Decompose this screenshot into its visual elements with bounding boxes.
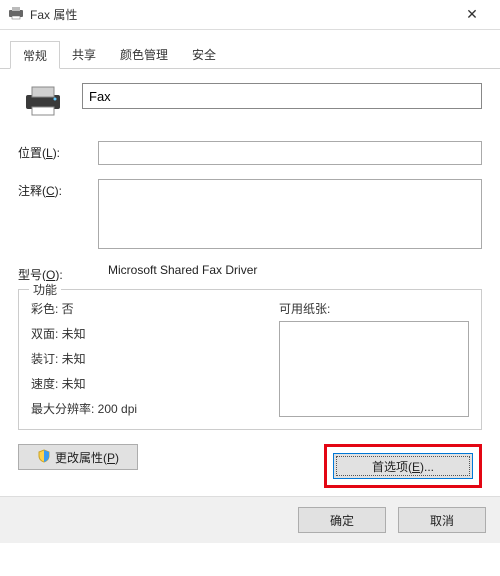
model-value: Microsoft Shared Fax Driver bbox=[108, 263, 257, 283]
shield-icon bbox=[37, 449, 51, 466]
paper-list[interactable] bbox=[279, 321, 469, 417]
cap-color: 彩色: 否 bbox=[31, 300, 259, 317]
model-label: 型号(O): bbox=[18, 263, 108, 283]
paper-label: 可用纸张: bbox=[279, 300, 469, 317]
location-input[interactable] bbox=[98, 141, 482, 165]
cap-duplex: 双面: 未知 bbox=[31, 325, 259, 342]
preferences-button[interactable]: 首选项(E)... bbox=[333, 453, 473, 479]
close-button[interactable]: ✕ bbox=[452, 6, 492, 23]
capabilities-legend: 功能 bbox=[29, 281, 61, 298]
cap-staple: 装订: 未知 bbox=[31, 350, 259, 367]
fax-title-icon bbox=[8, 6, 24, 23]
tab-security[interactable]: 安全 bbox=[180, 41, 228, 69]
tab-general[interactable]: 常规 bbox=[10, 41, 60, 69]
window-title: Fax 属性 bbox=[30, 6, 452, 23]
change-properties-button[interactable]: 更改属性(P) bbox=[18, 444, 138, 470]
location-label: 位置(L): bbox=[18, 141, 98, 161]
cap-speed: 速度: 未知 bbox=[31, 375, 259, 392]
tab-color-management[interactable]: 颜色管理 bbox=[108, 41, 180, 69]
capabilities-group: 功能 彩色: 否 双面: 未知 装订: 未知 速度: 未知 最大分辨率: 200… bbox=[18, 289, 482, 430]
printer-name-input[interactable] bbox=[82, 83, 482, 109]
printer-icon bbox=[22, 83, 64, 117]
cancel-button[interactable]: 取消 bbox=[398, 507, 486, 533]
cap-maxres: 最大分辨率: 200 dpi bbox=[31, 400, 259, 417]
preferences-highlight: 首选项(E)... bbox=[324, 444, 482, 488]
ok-button[interactable]: 确定 bbox=[298, 507, 386, 533]
tab-sharing[interactable]: 共享 bbox=[60, 41, 108, 69]
comment-label: 注释(C): bbox=[18, 179, 98, 199]
tab-bar: 常规 共享 颜色管理 安全 bbox=[0, 30, 500, 69]
comment-input[interactable] bbox=[98, 179, 482, 249]
